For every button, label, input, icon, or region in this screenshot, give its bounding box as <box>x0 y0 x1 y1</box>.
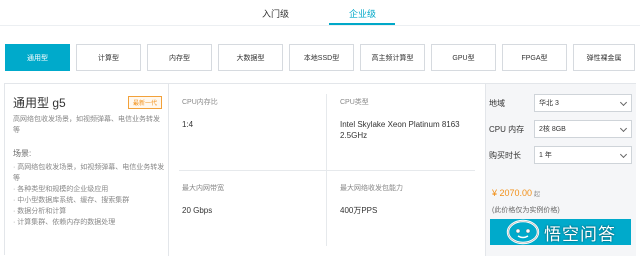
price-unit: 起 <box>534 192 541 198</box>
watermark-text: 悟空问答 <box>544 225 616 244</box>
config-region-row: 地域 华北 3 <box>486 94 637 112</box>
cpu-mem-select[interactable]: 2核 8GB <box>534 120 632 138</box>
cpu-mem-value: 2核 8GB <box>539 126 566 133</box>
list-item: · 各种类型和规模的企业级应用 <box>13 186 109 193</box>
tier-tabs: 入门级 企业级 <box>0 0 640 26</box>
instance-description: 高网络包收发场景，如视频弹幕、电信业务转发等 <box>13 116 160 134</box>
category-tab-local-ssd[interactable]: 本地SSD型 <box>289 44 354 71</box>
list-item: · 数据分析和计算 <box>13 208 67 215</box>
spec-cpu-type: CPU类型 Intel Skylake Xeon Platinum 8163 2… <box>327 84 485 170</box>
spec-max-pps: 最大网络收发包能力 400万PPS <box>327 170 485 256</box>
chevron-down-icon <box>619 98 628 107</box>
price-note: (此价格仅为实例价格) <box>492 207 560 214</box>
spec-cpu-mem-ratio: CPU内存比 1:4 <box>169 84 327 170</box>
duration-select[interactable]: 1 年 <box>534 146 632 164</box>
spec-value: Intel Skylake Xeon Platinum 8163 2.5GHz <box>340 120 460 140</box>
duration-value: 1 年 <box>539 152 552 159</box>
spec-grid: CPU内存比 1:4 CPU类型 Intel Skylake Xeon Plat… <box>169 84 485 256</box>
list-item: · 中小型数据库系统、缓存、搜索集群 <box>13 197 130 204</box>
list-item: · 计算集群、依赖内存的数据处理 <box>13 219 116 226</box>
tab-enterprise-level[interactable]: 企业级 <box>349 7 376 20</box>
region-value: 华北 3 <box>539 100 559 107</box>
spec-value: 20 Gbps <box>182 206 213 215</box>
config-duration-row: 购买时长 1 年 <box>486 146 637 164</box>
list-item: · 高网络包收发场景，如视频弹幕、电信业务转发等 <box>13 164 165 182</box>
spec-divider-horizontal <box>179 170 475 171</box>
category-tab-compute[interactable]: 计算型 <box>76 44 141 71</box>
spec-value: 400万PPS <box>340 206 378 215</box>
category-tab-bare-metal[interactable]: 弹性裸金属 <box>573 44 635 71</box>
category-tabs: 通用型 计算型 内存型 大数据型 本地SSD型 高主频计算型 GPU型 FPGA… <box>5 44 635 72</box>
spec-label: CPU类型 <box>340 99 369 106</box>
scenarios-list: · 高网络包收发场景，如视频弹幕、电信业务转发等 · 各种类型和规模的企业级应用… <box>13 162 165 228</box>
scenarios-label: 场景: <box>13 149 32 158</box>
chevron-down-icon <box>619 150 628 159</box>
category-tab-memory[interactable]: 内存型 <box>147 44 212 71</box>
wukong-logo-icon <box>506 219 540 245</box>
chevron-down-icon <box>619 124 628 133</box>
cpu-mem-label: CPU 内存 <box>489 125 525 134</box>
wukong-watermark: 悟空问答 <box>506 219 636 245</box>
spec-label: 最大网络收发包能力 <box>340 185 403 192</box>
spec-value: 1:4 <box>182 120 194 129</box>
duration-label: 购买时长 <box>489 151 521 160</box>
latest-generation-badge: 最新一代 <box>128 96 162 109</box>
spec-label: 最大内网带宽 <box>182 185 224 192</box>
spec-max-bandwidth: 最大内网带宽 20 Gbps <box>169 170 327 256</box>
category-tab-gpu[interactable]: GPU型 <box>431 44 496 71</box>
instance-title: 通用型 g5 <box>13 96 66 110</box>
config-cpu-mem-row: CPU 内存 2核 8GB <box>486 120 637 138</box>
category-tab-fpga[interactable]: FPGA型 <box>502 44 567 71</box>
price: ¥ 2070.00 起 <box>492 188 540 198</box>
tab-entry-level[interactable]: 入门级 <box>262 7 289 20</box>
region-select[interactable]: 华北 3 <box>534 94 632 112</box>
category-tab-general[interactable]: 通用型 <box>5 44 70 71</box>
price-value: ¥ 2070.00 <box>492 188 533 198</box>
spec-label: CPU内存比 <box>182 99 218 106</box>
category-tab-high-frequency[interactable]: 高主频计算型 <box>360 44 425 71</box>
category-tab-big-data[interactable]: 大数据型 <box>218 44 283 71</box>
instance-info: 通用型 g5 最新一代 高网络包收发场景，如视频弹幕、电信业务转发等 场景: ·… <box>5 84 169 256</box>
region-label: 地域 <box>489 99 505 108</box>
tier-tabs-divider <box>0 25 640 26</box>
